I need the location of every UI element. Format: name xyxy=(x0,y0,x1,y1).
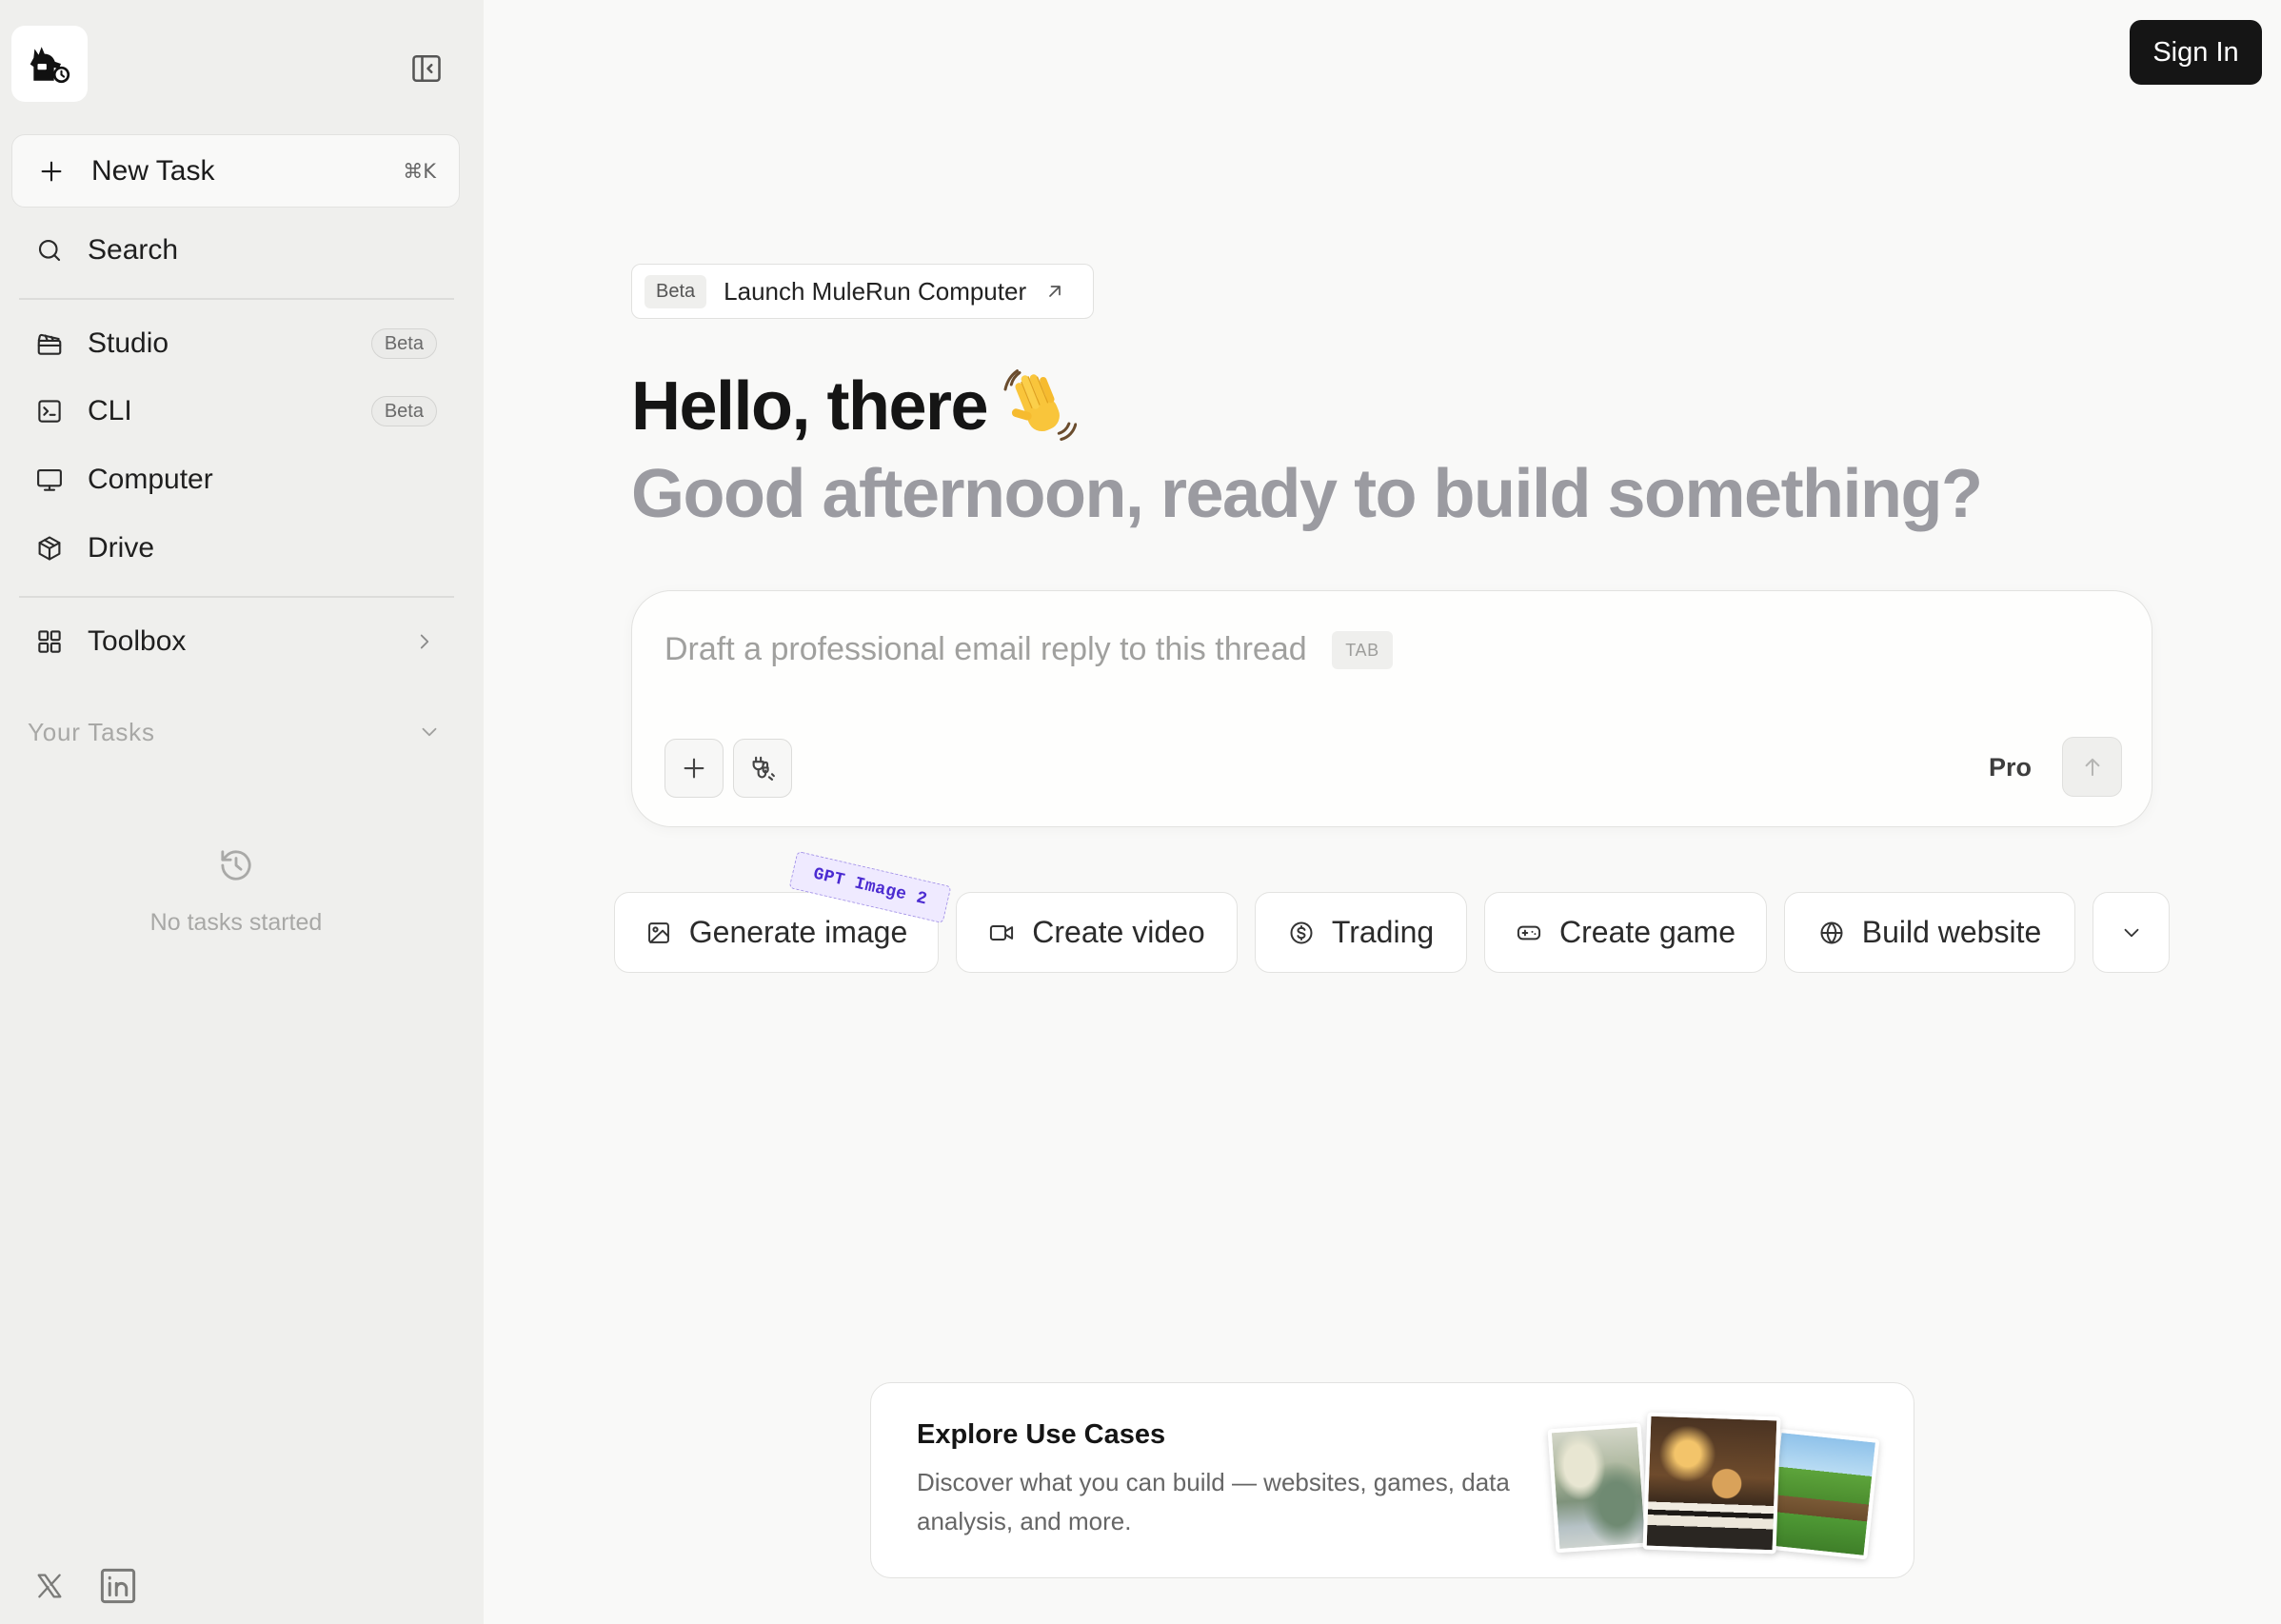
chevron-down-icon xyxy=(417,720,442,744)
sidebar-item-toolbox[interactable]: Toolbox xyxy=(11,613,460,670)
sidebar-item-label: Computer xyxy=(88,464,213,495)
prompt-input[interactable] xyxy=(664,625,1322,673)
quick-action-label: Generate image xyxy=(688,915,908,949)
monitor-icon xyxy=(35,465,64,494)
quick-action-label: Build website xyxy=(1861,915,2042,949)
new-task-label: New Task xyxy=(91,154,215,187)
trading-button[interactable]: Trading xyxy=(1255,892,1467,973)
grid-icon xyxy=(35,627,64,656)
new-task-shortcut: ⌘K xyxy=(403,159,436,183)
build-website-button[interactable]: Build website xyxy=(1784,892,2075,973)
send-button[interactable] xyxy=(2062,737,2122,797)
prompt-composer: TAB Pro xyxy=(631,590,2152,827)
terminal-icon xyxy=(35,397,64,426)
collapse-sidebar-button[interactable] xyxy=(407,50,446,88)
sidebar-item-studio[interactable]: Studio Beta xyxy=(11,315,460,372)
mulerun-logo-icon xyxy=(26,40,73,88)
greeting-heading: Hello, there xyxy=(631,364,1078,449)
cat-piano-image xyxy=(1642,1412,1781,1555)
sidebar-divider xyxy=(19,298,454,300)
greeting-text: Hello, there xyxy=(631,368,989,445)
explore-description: Discover what you can build — websites, … xyxy=(917,1468,1510,1535)
gamepad-icon xyxy=(1516,920,1542,946)
waving-hand-icon xyxy=(1001,366,1078,442)
clapperboard-icon xyxy=(35,329,64,358)
launch-computer-label: Launch MuleRun Computer xyxy=(724,276,1027,306)
sidebar-collapse-icon xyxy=(409,51,444,86)
globe-icon xyxy=(1818,920,1845,946)
plus-icon xyxy=(37,157,66,186)
x-logo-icon[interactable] xyxy=(34,1571,65,1601)
search-icon xyxy=(35,236,64,265)
sidebar-item-label: CLI xyxy=(88,395,132,426)
chevron-down-icon xyxy=(2119,921,2144,945)
sidebar-item-cli[interactable]: CLI Beta xyxy=(11,383,460,440)
empty-tasks-text: No tasks started xyxy=(149,909,323,936)
model-selector[interactable]: Pro xyxy=(1989,750,2032,784)
quick-action-label: Create game xyxy=(1559,915,1736,949)
sidebar-item-label: Drive xyxy=(88,532,155,564)
voxel-landscape-image xyxy=(1765,1428,1880,1560)
your-tasks-heading: Your Tasks xyxy=(28,717,155,746)
sign-in-button[interactable]: Sign In xyxy=(2130,20,2262,85)
chevron-right-icon xyxy=(412,629,437,654)
dollar-circle-icon xyxy=(1288,920,1315,946)
beta-badge: Beta xyxy=(645,274,707,308)
linkedin-icon[interactable] xyxy=(98,1566,138,1606)
sidebar-item-drive[interactable]: Drive xyxy=(11,520,460,577)
explore-title: Explore Use Cases xyxy=(917,1419,1166,1450)
greeting-subtitle: Good afternoon, ready to build something… xyxy=(631,456,1983,532)
arrow-up-icon xyxy=(2079,754,2106,781)
create-game-button[interactable]: Create game xyxy=(1484,892,1767,973)
landscape-painting-image xyxy=(1547,1422,1650,1554)
tab-hint-badge: TAB xyxy=(1332,631,1393,669)
image-icon xyxy=(645,920,672,946)
new-task-button[interactable]: New Task ⌘K xyxy=(11,134,460,208)
search-button[interactable]: Search xyxy=(11,222,460,279)
history-icon xyxy=(217,846,255,884)
launch-computer-link[interactable]: Beta Launch MuleRun Computer xyxy=(631,264,1094,319)
video-icon xyxy=(988,920,1015,946)
package-icon xyxy=(35,534,64,563)
connector-icon xyxy=(748,754,777,782)
create-video-button[interactable]: Create video xyxy=(956,892,1238,973)
plus-icon xyxy=(680,754,708,782)
logo[interactable] xyxy=(11,26,88,102)
quick-action-label: Create video xyxy=(1032,915,1205,949)
sidebar-divider xyxy=(19,596,454,598)
sidebar-item-computer[interactable]: Computer xyxy=(11,451,460,508)
more-actions-button[interactable] xyxy=(2093,892,2170,973)
main-content: Sign In Beta Launch MuleRun Computer Hel… xyxy=(484,0,2281,1624)
arrow-up-right-icon xyxy=(1043,280,1066,303)
explore-use-cases-card[interactable]: Explore Use Cases Discover what you can … xyxy=(870,1382,1914,1578)
quick-action-label: Trading xyxy=(1331,915,1435,949)
search-label: Search xyxy=(88,234,179,266)
sidebar-item-label: Toolbox xyxy=(88,625,187,657)
beta-badge: Beta xyxy=(370,328,437,359)
quick-actions: Generate image Create video Trading Crea… xyxy=(614,892,2170,973)
beta-badge: Beta xyxy=(370,396,437,426)
attach-button[interactable] xyxy=(664,739,724,798)
sidebar-item-label: Studio xyxy=(88,327,169,359)
your-tasks-toggle[interactable]: Your Tasks xyxy=(11,703,460,761)
tools-button[interactable] xyxy=(733,739,792,798)
sidebar: New Task ⌘K Search Studio Beta CLI Beta … xyxy=(0,0,484,1624)
